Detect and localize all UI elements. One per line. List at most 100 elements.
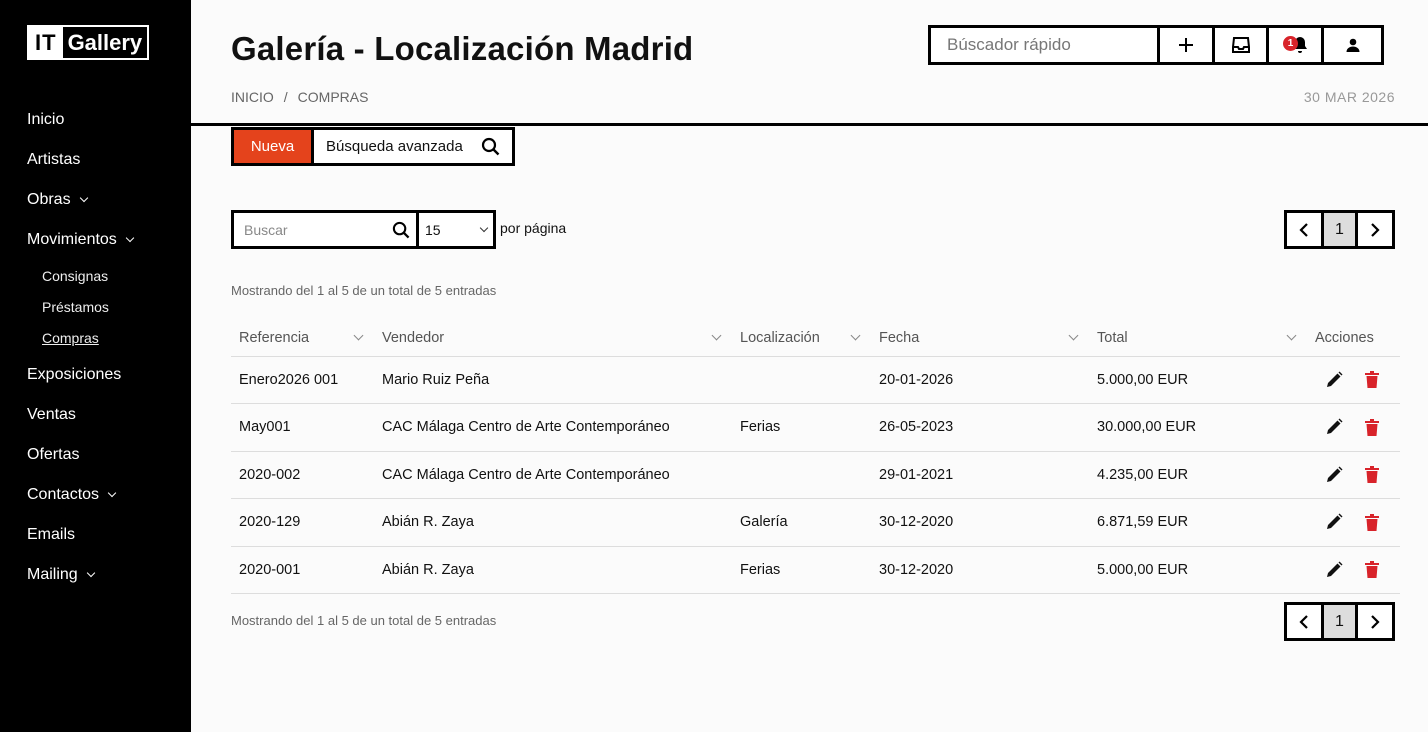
sidebar-item-movimientos[interactable]: Movimientos: [27, 220, 187, 260]
column-header-actions: Acciones: [1307, 320, 1400, 357]
notifications-button[interactable]: 1: [1269, 28, 1324, 62]
inbox-button[interactable]: [1215, 28, 1269, 62]
sidebar-nav: Inicio Artistas Obras Movimientos Consig…: [27, 100, 187, 595]
cell-location: [732, 356, 871, 404]
edit-pencil-icon[interactable]: [1325, 513, 1343, 531]
prev-page-button[interactable]: [1287, 605, 1321, 638]
quick-search-input[interactable]: Búscador rápido: [931, 28, 1160, 62]
per-page-select[interactable]: 15: [419, 210, 496, 249]
table-row[interactable]: Enero2026 001 Mario Ruiz Peña 20-01-2026…: [231, 356, 1400, 404]
trash-icon[interactable]: [1365, 466, 1379, 484]
breadcrumb-current: COMPRAS: [297, 89, 369, 105]
per-page-label: por página: [500, 220, 567, 236]
current-date: 30 MAR 2026: [1303, 89, 1395, 105]
cell-seller: CAC Málaga Centro de Arte Contemporáneo: [374, 403, 732, 452]
table-row[interactable]: 2020-002 CAC Málaga Centro de Arte Conte…: [231, 451, 1400, 499]
cell-total: 4.235,00 EUR: [1089, 451, 1307, 499]
trash-icon[interactable]: [1365, 561, 1379, 579]
sidebar-item-label: Ventas: [27, 406, 76, 423]
sidebar-item-label: Préstamos: [42, 298, 109, 315]
table-search-input[interactable]: Buscar: [231, 210, 419, 249]
sidebar-subitem-consignas[interactable]: Consignas: [27, 260, 187, 291]
edit-pencil-icon[interactable]: [1325, 371, 1343, 389]
sidebar-item-ventas[interactable]: Ventas: [27, 395, 187, 435]
cell-seller: CAC Málaga Centro de Arte Contemporáneo: [374, 451, 732, 499]
chevron-down-icon: [125, 233, 135, 243]
logo-it: IT: [29, 27, 63, 58]
column-header-location[interactable]: Localización: [732, 320, 871, 357]
chevron-left-icon: [1299, 614, 1308, 629]
table-row[interactable]: May001 CAC Málaga Centro de Arte Contemp…: [231, 403, 1400, 452]
table-row[interactable]: 2020-001 Abián R. Zaya Ferias 30-12-2020…: [231, 546, 1400, 594]
page-number-button[interactable]: 1: [1320, 213, 1359, 246]
sidebar-item-inicio[interactable]: Inicio: [27, 100, 187, 140]
edit-pencil-icon[interactable]: [1325, 561, 1343, 579]
cell-ref: 2020-001: [231, 546, 374, 594]
sidebar-item-emails[interactable]: Emails: [27, 515, 187, 555]
prev-page-button[interactable]: [1287, 213, 1321, 246]
sidebar-subitem-prestamos[interactable]: Préstamos: [27, 291, 187, 322]
column-header-date[interactable]: Fecha: [871, 320, 1089, 357]
column-header-seller[interactable]: Vendedor: [374, 320, 732, 357]
edit-pencil-icon[interactable]: [1325, 418, 1343, 436]
column-header-total[interactable]: Total: [1089, 320, 1307, 357]
cell-location: Galería: [732, 498, 871, 547]
app-logo[interactable]: IT Gallery: [27, 25, 150, 60]
search-placeholder: Buscar: [244, 221, 288, 238]
cell-actions: [1307, 546, 1400, 594]
inbox-icon: [1231, 37, 1250, 53]
column-header-ref[interactable]: Referencia: [231, 320, 374, 357]
sidebar-item-exposiciones[interactable]: Exposiciones: [27, 355, 187, 395]
sidebar-item-artistas[interactable]: Artistas: [27, 140, 187, 180]
edit-pencil-icon[interactable]: [1325, 466, 1343, 484]
sidebar-item-label: Emails: [27, 526, 76, 543]
per-page-value: 15: [425, 221, 441, 238]
trash-icon[interactable]: [1365, 513, 1379, 531]
sidebar-item-obras[interactable]: Obras: [27, 180, 187, 220]
cell-actions: [1307, 451, 1400, 499]
cell-date: 30-12-2020: [871, 498, 1089, 547]
user-menu-button[interactable]: [1324, 28, 1381, 62]
cell-seller: Abián R. Zaya: [374, 546, 732, 594]
user-icon: [1346, 38, 1359, 52]
next-page-button[interactable]: [1358, 605, 1392, 638]
page-number-button[interactable]: 1: [1320, 605, 1359, 638]
sidebar-subitem-compras[interactable]: Compras: [27, 322, 187, 353]
table-row[interactable]: 2020-129 Abián R. Zaya Galería 30-12-202…: [231, 498, 1400, 547]
cell-date: 29-01-2021: [871, 451, 1089, 499]
chevron-right-icon: [1371, 222, 1380, 237]
entries-info-top: Mostrando del 1 al 5 de un total de 5 en…: [231, 283, 497, 298]
column-header-label: Localización: [740, 329, 820, 346]
header-divider: [191, 123, 1428, 126]
cell-seller: Mario Ruiz Peña: [374, 356, 732, 404]
column-header-label: Fecha: [879, 329, 920, 346]
sidebar-item-label: Exposiciones: [27, 366, 122, 383]
trash-icon[interactable]: [1365, 371, 1379, 389]
cell-actions: [1307, 356, 1400, 404]
sidebar-item-label: Inicio: [27, 111, 65, 128]
notification-badge: 1: [1283, 36, 1298, 51]
cell-total: 5.000,00 EUR: [1089, 356, 1307, 404]
column-header-label: Referencia: [239, 329, 310, 346]
next-page-button[interactable]: [1358, 213, 1392, 246]
column-header-label: Total: [1097, 329, 1128, 346]
breadcrumb-home[interactable]: INICIO: [231, 89, 274, 105]
chevron-down-icon: [107, 488, 117, 498]
breadcrumb: INICIO / COMPRAS: [231, 89, 368, 105]
sidebar-item-ofertas[interactable]: Ofertas: [27, 435, 187, 475]
trash-icon[interactable]: [1365, 418, 1379, 436]
cell-location: Ferias: [732, 546, 871, 594]
sidebar-item-label: Movimientos: [27, 231, 117, 248]
sidebar-item-label: Mailing: [27, 566, 78, 583]
add-button[interactable]: [1160, 28, 1215, 62]
sidebar-item-label: Artistas: [27, 151, 81, 168]
advanced-search-button[interactable]: Búsqueda avanzada: [314, 130, 512, 163]
sidebar-item-contactos[interactable]: Contactos: [27, 475, 187, 515]
cell-ref: May001: [231, 403, 374, 452]
chevron-down-icon: [79, 193, 88, 203]
sidebar-item-mailing[interactable]: Mailing: [27, 555, 187, 595]
chevron-right-icon: [1371, 614, 1380, 629]
sidebar-item-label: Obras: [27, 191, 71, 208]
cell-actions: [1307, 403, 1400, 452]
new-button[interactable]: Nueva: [234, 130, 314, 163]
